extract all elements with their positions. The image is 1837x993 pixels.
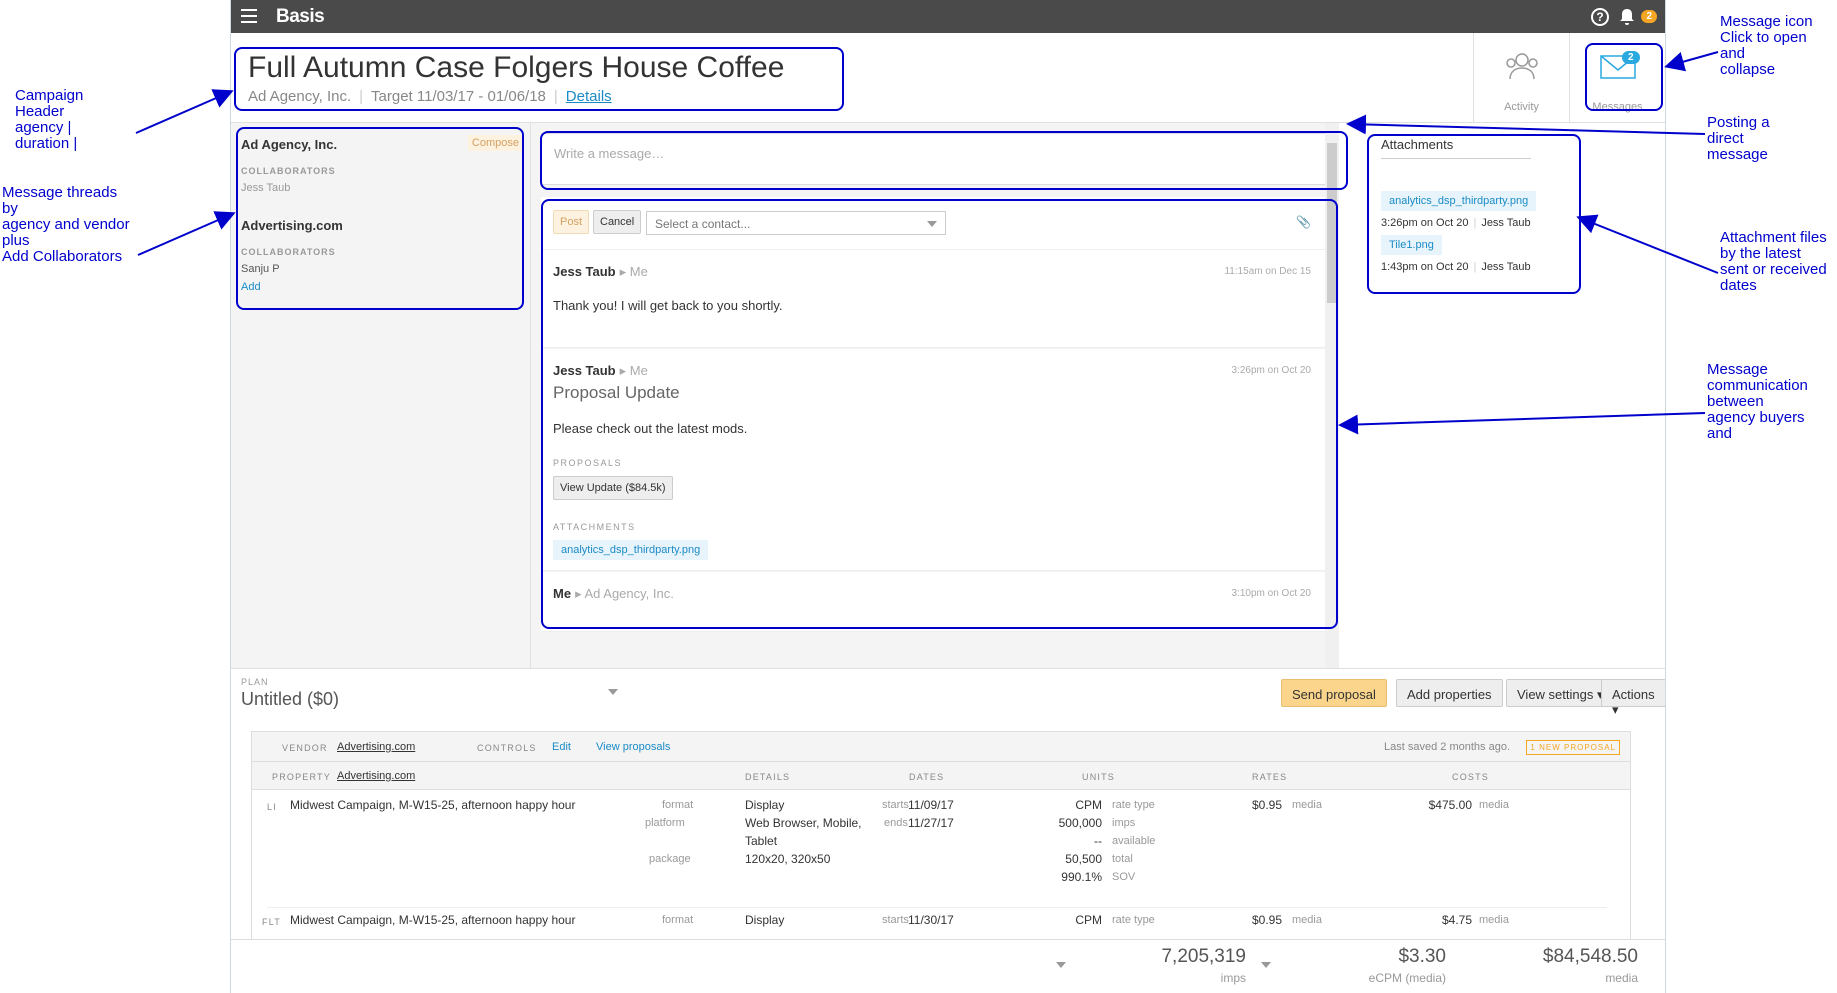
annotation-arrows [135,51,1719,435]
